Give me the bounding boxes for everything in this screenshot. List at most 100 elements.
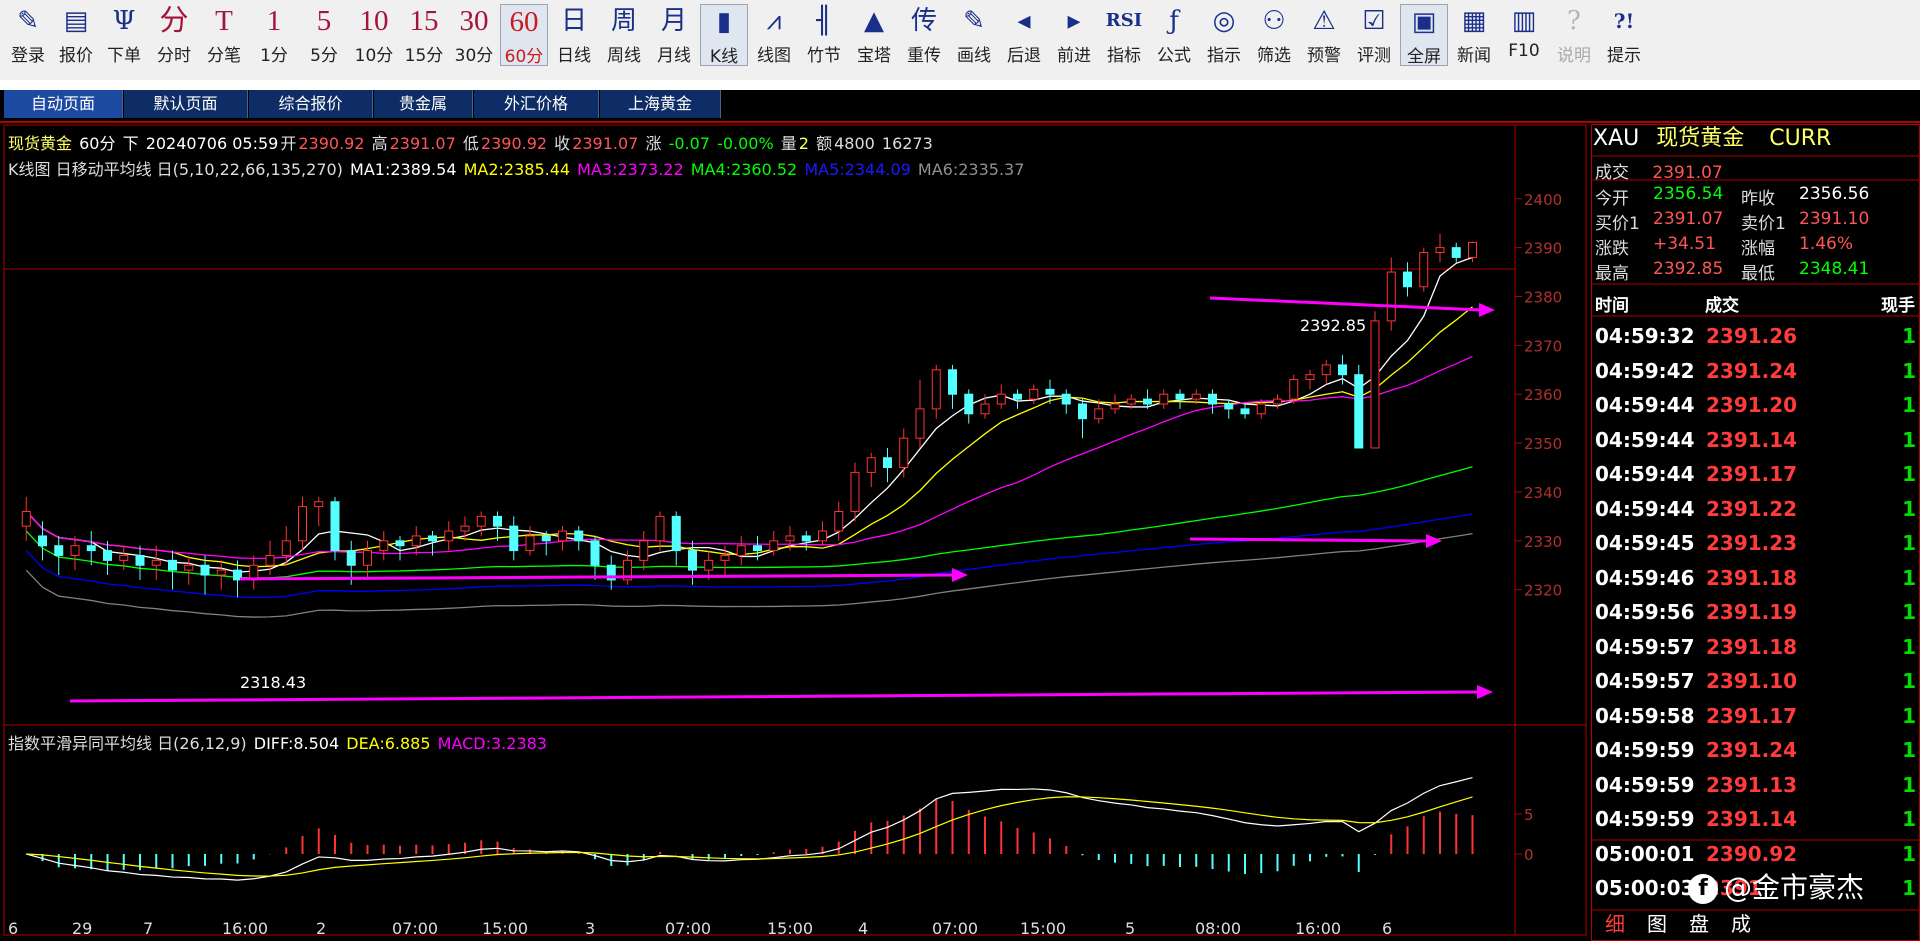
toolbar-button-29[interactable]: ▦ 新闻 bbox=[1450, 4, 1498, 66]
trade-row: 04:59:42 2391.24 1 bbox=[1591, 359, 1920, 393]
tab-board[interactable]: 盘 bbox=[1689, 908, 1709, 937]
x-tick-label: 4 bbox=[858, 919, 868, 938]
toolbar-button-32[interactable]: ?! 提示 bbox=[1600, 4, 1648, 66]
toolbar-label-14: K线 bbox=[709, 47, 739, 67]
toolbar-button-31[interactable]: ? 说明 bbox=[1550, 4, 1598, 66]
x-tick-label: 7 bbox=[143, 919, 153, 938]
candle-body bbox=[931, 369, 941, 410]
toolbar-button-8[interactable]: 15 15分 bbox=[400, 4, 448, 66]
tab-2[interactable]: 综合报价 bbox=[249, 90, 373, 118]
price-tick-label: 2350 bbox=[1524, 435, 1562, 453]
tab-1[interactable]: 默认页面 bbox=[124, 90, 248, 118]
toolbar-glyph-18: 传 bbox=[910, 6, 937, 36]
ma2-line bbox=[25, 306, 1473, 568]
candle-body bbox=[200, 564, 210, 576]
candle-body bbox=[54, 545, 64, 556]
help-icon: ? bbox=[1567, 6, 1581, 36]
toolbar-button-19[interactable]: ✎ 画线 bbox=[950, 4, 998, 66]
toolbar-button-18[interactable]: 传重传 bbox=[900, 4, 948, 66]
tab-detail[interactable]: 细 bbox=[1605, 908, 1625, 937]
toolbar-button-26[interactable]: ⚠ 预警 bbox=[1300, 4, 1348, 66]
ask-label: 卖价1 bbox=[1741, 214, 1786, 234]
trade-vol: 1 bbox=[1902, 772, 1916, 797]
candle-body bbox=[1370, 320, 1380, 449]
toolbar-button-2[interactable]: Ψ 下单 bbox=[100, 4, 148, 66]
trend-arrow-line bbox=[1209, 296, 1482, 312]
candle-body bbox=[330, 501, 340, 552]
toolbar-glyph-4: T bbox=[215, 5, 233, 37]
trade-vol: 1 bbox=[1902, 531, 1916, 555]
toolbar-button-27[interactable]: ☑ 评测 bbox=[1350, 4, 1398, 66]
bar-close: 2391.07 bbox=[572, 134, 639, 153]
news-icon: ▦ bbox=[1461, 6, 1487, 36]
tab-5[interactable]: 上海黄金 bbox=[600, 90, 721, 118]
toolbar-button-28[interactable]: ▣ 全屏 bbox=[1400, 4, 1448, 67]
toolbar-button-22[interactable]: RSI 指标 bbox=[1100, 4, 1148, 66]
trade-price: 2391.10 bbox=[1706, 669, 1798, 693]
toolbar-button-14[interactable]: ▮ K线 bbox=[700, 4, 748, 67]
toolbar-button-0[interactable]: ✎ 登录 bbox=[4, 4, 52, 66]
toolbar-button-15[interactable]: ⩘ 线图 bbox=[750, 4, 798, 66]
toolbar-button-30[interactable]: ▥ F10 bbox=[1500, 4, 1548, 66]
tab-chart[interactable]: 图 bbox=[1647, 908, 1667, 937]
last-price: 2391.07 bbox=[1652, 163, 1723, 183]
line-chart-icon: ⩘ bbox=[766, 6, 782, 36]
candle-body bbox=[704, 559, 714, 571]
candle-body bbox=[899, 437, 909, 469]
tab-4[interactable]: 外汇价格 bbox=[474, 90, 599, 118]
candle-body bbox=[1175, 393, 1185, 400]
trade-vol: 1 bbox=[1902, 807, 1916, 831]
candle-body bbox=[476, 515, 486, 527]
trade-price: 2391.26 bbox=[1706, 324, 1798, 348]
toolbar-button-21[interactable]: ▸ 前进 bbox=[1050, 4, 1098, 66]
candle-body bbox=[363, 550, 372, 566]
toolbar-button-3[interactable]: 分分时 bbox=[150, 4, 198, 66]
toolbar-button-17[interactable]: ▲ 宝塔 bbox=[850, 4, 898, 66]
candle-body bbox=[574, 530, 584, 542]
toolbar-button-12[interactable]: 周周线 bbox=[600, 4, 648, 66]
trade-time: 04:59:32 bbox=[1595, 324, 1695, 348]
toolbar-label-32: 提示 bbox=[1607, 46, 1641, 66]
bar-high: 2391.07 bbox=[389, 134, 456, 153]
toolbar-button-7[interactable]: 10 10分 bbox=[350, 4, 398, 66]
chg-value: +34.51 bbox=[1653, 234, 1716, 254]
toolbar-button-16[interactable]: ╢ 竹节 bbox=[800, 4, 848, 66]
ma2-value: MA2:2385.44 bbox=[463, 160, 571, 179]
toolbar-button-9[interactable]: 30 30分 bbox=[450, 4, 498, 66]
candle-body bbox=[1013, 393, 1022, 400]
ma1-value: MA1:2389.54 bbox=[350, 160, 457, 179]
candle-body bbox=[558, 530, 567, 542]
pencil-icon: ✎ bbox=[17, 6, 39, 36]
trade-vol: 1 bbox=[1902, 669, 1916, 693]
tab-0[interactable]: 自动页面 bbox=[4, 90, 123, 118]
macd-value: MACD:3.2383 bbox=[437, 734, 547, 753]
books-icon: ▥ bbox=[1511, 6, 1537, 36]
tab-3[interactable]: 贵金属 bbox=[374, 90, 473, 118]
toolbar-button-4[interactable]: T 分笔 bbox=[200, 4, 248, 66]
trade-price: 2391.24 bbox=[1706, 738, 1798, 762]
toolbar-button-1[interactable]: ▤ 报价 bbox=[52, 4, 100, 66]
trade-vol: 1 bbox=[1902, 703, 1916, 728]
toolbar-button-24[interactable]: ◎ 指示 bbox=[1200, 4, 1248, 66]
toolbar-button-6[interactable]: 5 5分 bbox=[300, 4, 348, 66]
toolbar-glyph-3: 分 bbox=[159, 5, 189, 37]
toolbar-button-20[interactable]: ◂ 后退 bbox=[1000, 4, 1048, 66]
trade-row: 04:59:44 2391.14 1 bbox=[1591, 428, 1920, 462]
toolbar-button-13[interactable]: 月月线 bbox=[650, 4, 698, 66]
toolbar-label-7: 10分 bbox=[354, 46, 394, 66]
dea-value: DEA:6.885 bbox=[346, 734, 431, 753]
candle-body bbox=[281, 540, 291, 556]
candle-body bbox=[509, 525, 519, 552]
candle-body bbox=[850, 471, 860, 512]
trade-vol: 1 bbox=[1902, 393, 1916, 417]
candle-body bbox=[1240, 408, 1250, 415]
ma5-value: MA5:2344.09 bbox=[804, 160, 911, 179]
toolbar-label-23: 公式 bbox=[1157, 46, 1191, 66]
toolbar-button-10[interactable]: 60 60分 bbox=[500, 4, 548, 67]
toolbar-button-5[interactable]: 1 1分 bbox=[250, 4, 298, 66]
toolbar-glyph-8: 15 bbox=[409, 5, 439, 37]
toolbar-button-11[interactable]: 日日线 bbox=[550, 4, 598, 66]
tab-trades[interactable]: 成 bbox=[1731, 908, 1751, 937]
toolbar-button-25[interactable]: ⚇ 筛选 bbox=[1250, 4, 1298, 66]
toolbar-button-23[interactable]: ƒ 公式 bbox=[1150, 4, 1198, 66]
